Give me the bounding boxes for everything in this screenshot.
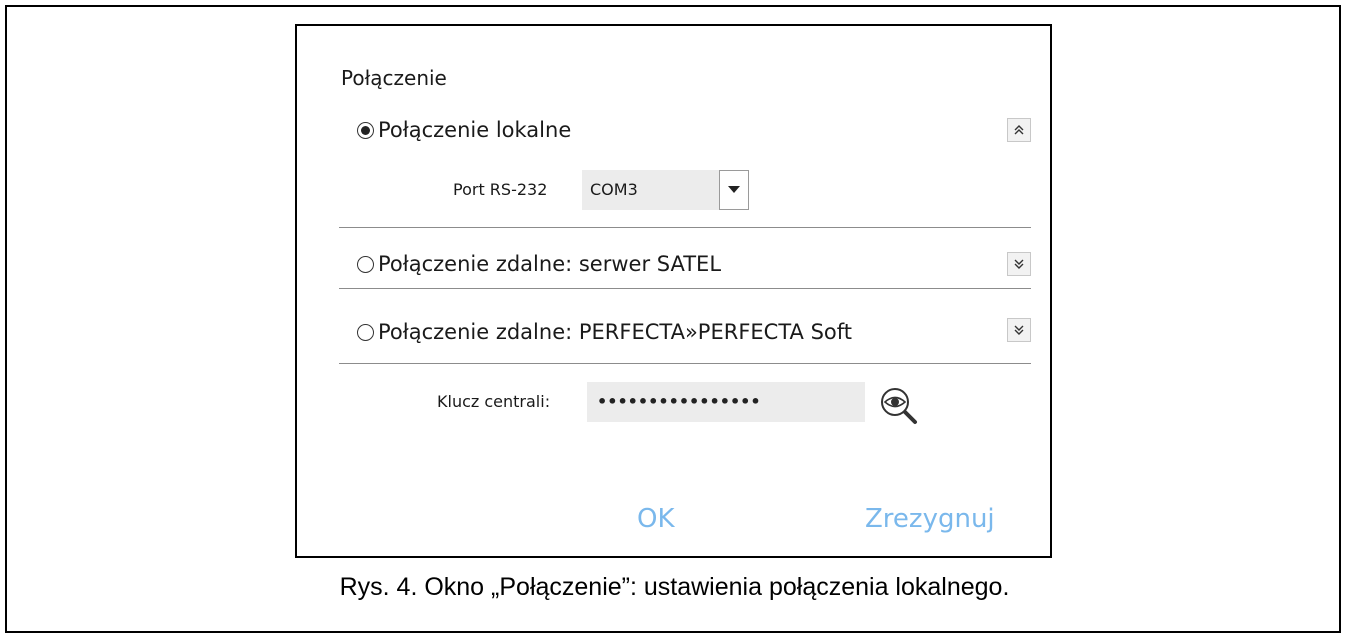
chevrons-up-icon [1014,125,1024,135]
divider [339,363,1031,364]
chevrons-down-icon [1014,259,1024,269]
ok-button[interactable]: OK [637,504,675,534]
port-dropdown-button[interactable] [719,170,749,210]
panel-key-label: Klucz centrali: [437,392,551,411]
satel-connection-label: Połączenie zdalne: serwer SATEL [378,252,722,276]
divider [339,227,1031,228]
radio-selected-icon [357,121,374,139]
divider [339,288,1031,289]
magnifier-eye-icon[interactable] [879,386,919,426]
port-value: COM3 [582,170,719,210]
radio-unselected-icon [357,323,374,341]
radio-perfecta-connection[interactable]: Połączenie zdalne: PERFECTA»PERFECTA Sof… [357,318,852,346]
radio-satel-connection[interactable]: Połączenie zdalne: serwer SATEL [357,250,721,278]
collapse-local-button[interactable] [1007,118,1031,142]
radio-unselected-icon [357,255,374,273]
perfecta-connection-label: Połączenie zdalne: PERFECTA»PERFECTA Sof… [378,320,853,344]
figure-caption: Rys. 4. Okno „Połączenie”: ustawienia po… [339,573,1010,601]
port-label: Port RS-232 [453,180,548,199]
connection-dialog: Połączenie Połączenie lokalne Port RS-23… [295,24,1052,558]
expand-satel-button[interactable] [1007,252,1031,276]
port-select[interactable]: COM3 [582,170,749,210]
expand-perfecta-button[interactable] [1007,318,1031,342]
radio-local-connection[interactable]: Połączenie lokalne [357,116,571,144]
dialog-title: Połączenie [341,66,447,90]
local-connection-label: Połączenie lokalne [378,118,572,142]
panel-key-field[interactable]: •••••••••••••••• [587,382,865,422]
chevron-down-icon [728,186,740,193]
cancel-button[interactable]: Zrezygnuj [865,504,995,534]
chevrons-down-icon [1014,325,1024,335]
